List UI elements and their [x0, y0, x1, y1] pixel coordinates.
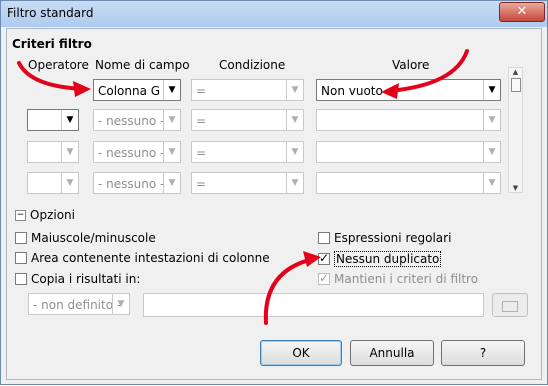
collapse-icon[interactable]: −: [15, 209, 26, 221]
condition-value-3: =: [196, 146, 207, 160]
operator-select-4[interactable]: ▼: [27, 172, 79, 194]
case-sensitive-label: Maiuscole/minuscole: [31, 231, 156, 245]
value-combobox-1[interactable]: Non vuoto ▼: [316, 79, 501, 101]
value-combobox-2[interactable]: ▼: [316, 109, 501, 131]
chevron-down-icon[interactable]: ▼: [163, 110, 180, 130]
regex-label: Espressioni regolari: [334, 231, 452, 245]
case-sensitive-option[interactable]: Maiuscole/minuscole: [15, 231, 156, 245]
chevron-down-icon[interactable]: ▼: [483, 173, 500, 193]
window-title: Filtro standard: [7, 6, 94, 20]
condition-select-1[interactable]: = ▼: [191, 79, 304, 101]
no-duplicates-checkbox[interactable]: [318, 251, 330, 265]
copy-target-input[interactable]: [143, 293, 484, 317]
chevron-down-icon[interactable]: ▼: [286, 142, 303, 162]
shrink-icon: [502, 301, 518, 312]
options-section-title: Opzioni: [30, 208, 75, 222]
field-name-value-3: - nessuno -: [98, 146, 165, 160]
value-combobox-3[interactable]: ▼: [316, 141, 501, 163]
scroll-down-icon[interactable]: ▼: [509, 184, 522, 192]
chevron-down-icon[interactable]: ▼: [61, 110, 78, 130]
condition-value-4: =: [196, 177, 207, 191]
condition-select-4[interactable]: = ▼: [191, 172, 304, 194]
header-condition: Condizione: [219, 58, 286, 72]
chevron-down-icon[interactable]: ▼: [483, 80, 500, 100]
scroll-thumb[interactable]: [511, 78, 521, 92]
header-value: Valore: [392, 58, 430, 72]
condition-value-2: =: [196, 114, 207, 128]
options-toggle[interactable]: − Opzioni: [15, 208, 75, 222]
header-operator: Operatore: [28, 58, 89, 72]
copy-target-value: - non definito -: [33, 298, 122, 312]
chevron-down-icon[interactable]: ▼: [61, 173, 78, 193]
chevron-down-icon[interactable]: ▼: [286, 110, 303, 130]
chevron-down-icon[interactable]: ▼: [483, 110, 500, 130]
field-name-select-1[interactable]: Colonna G ▼: [93, 79, 181, 101]
chevron-down-icon[interactable]: ▼: [163, 80, 180, 100]
no-duplicates-label: Nessun duplicato: [334, 251, 442, 267]
ok-button[interactable]: OK: [260, 340, 342, 366]
value-text-1: Non vuoto: [321, 84, 383, 98]
operator-select-3[interactable]: ▼: [27, 141, 79, 163]
close-button[interactable]: ✕: [499, 2, 545, 22]
chevron-down-icon[interactable]: ▼: [163, 142, 180, 162]
shrink-button[interactable]: [492, 293, 528, 317]
field-name-value-1: Colonna G: [98, 84, 161, 98]
value-combobox-4[interactable]: ▼: [316, 172, 501, 194]
headers-option[interactable]: Area contenente intestazioni di colonne: [15, 251, 270, 265]
help-button[interactable]: ?: [441, 340, 525, 366]
keep-criteria-checkbox[interactable]: [318, 271, 330, 285]
condition-select-3[interactable]: = ▼: [191, 141, 304, 163]
field-name-select-3[interactable]: - nessuno - ▼: [93, 141, 181, 163]
field-name-select-2[interactable]: - nessuno - ▼: [93, 109, 181, 131]
condition-select-2[interactable]: = ▼: [191, 109, 304, 131]
keep-criteria-option[interactable]: Mantieni i criteri di filtro: [318, 271, 479, 286]
field-name-value-2: - nessuno -: [98, 114, 165, 128]
chevron-down-icon[interactable]: ▼: [286, 173, 303, 193]
copy-target-select[interactable]: - non definito - ▼: [28, 293, 130, 315]
case-sensitive-checkbox[interactable]: [15, 232, 27, 244]
title-bar: Filtro standard ✕: [1, 1, 547, 27]
scroll-up-icon[interactable]: ▲: [509, 68, 522, 76]
chevron-down-icon[interactable]: ▼: [112, 294, 129, 314]
headers-checkbox[interactable]: [15, 252, 27, 264]
headers-label: Area contenente intestazioni di colonne: [31, 251, 270, 265]
regex-option[interactable]: Espressioni regolari: [318, 231, 451, 245]
no-duplicates-option[interactable]: Nessun duplicato: [318, 251, 442, 267]
field-name-select-4[interactable]: - nessuno - ▼: [93, 172, 181, 194]
chevron-down-icon[interactable]: ▼: [286, 80, 303, 100]
field-name-value-4: - nessuno -: [98, 177, 165, 191]
copy-results-label: Copia i risultati in:: [31, 272, 141, 286]
criteria-section-title: Criteri filtro: [12, 37, 92, 51]
operator-select-2[interactable]: ▼: [27, 109, 79, 131]
cancel-button[interactable]: Annulla: [350, 340, 434, 366]
header-field-name: Nome di campo: [95, 58, 190, 72]
chevron-down-icon[interactable]: ▼: [61, 142, 78, 162]
copy-results-checkbox[interactable]: [15, 273, 27, 285]
copy-results-option[interactable]: Copia i risultati in:: [15, 272, 140, 286]
regex-checkbox[interactable]: [318, 232, 330, 244]
condition-value-1: =: [196, 84, 207, 98]
filter-dialog: Filtro standard ✕ Criteri filtro Operato…: [0, 0, 548, 385]
criteria-scrollbar[interactable]: ▲ ▼: [508, 67, 523, 193]
chevron-down-icon[interactable]: ▼: [163, 173, 180, 193]
chevron-down-icon[interactable]: ▼: [483, 142, 500, 162]
keep-criteria-label: Mantieni i criteri di filtro: [334, 272, 479, 286]
